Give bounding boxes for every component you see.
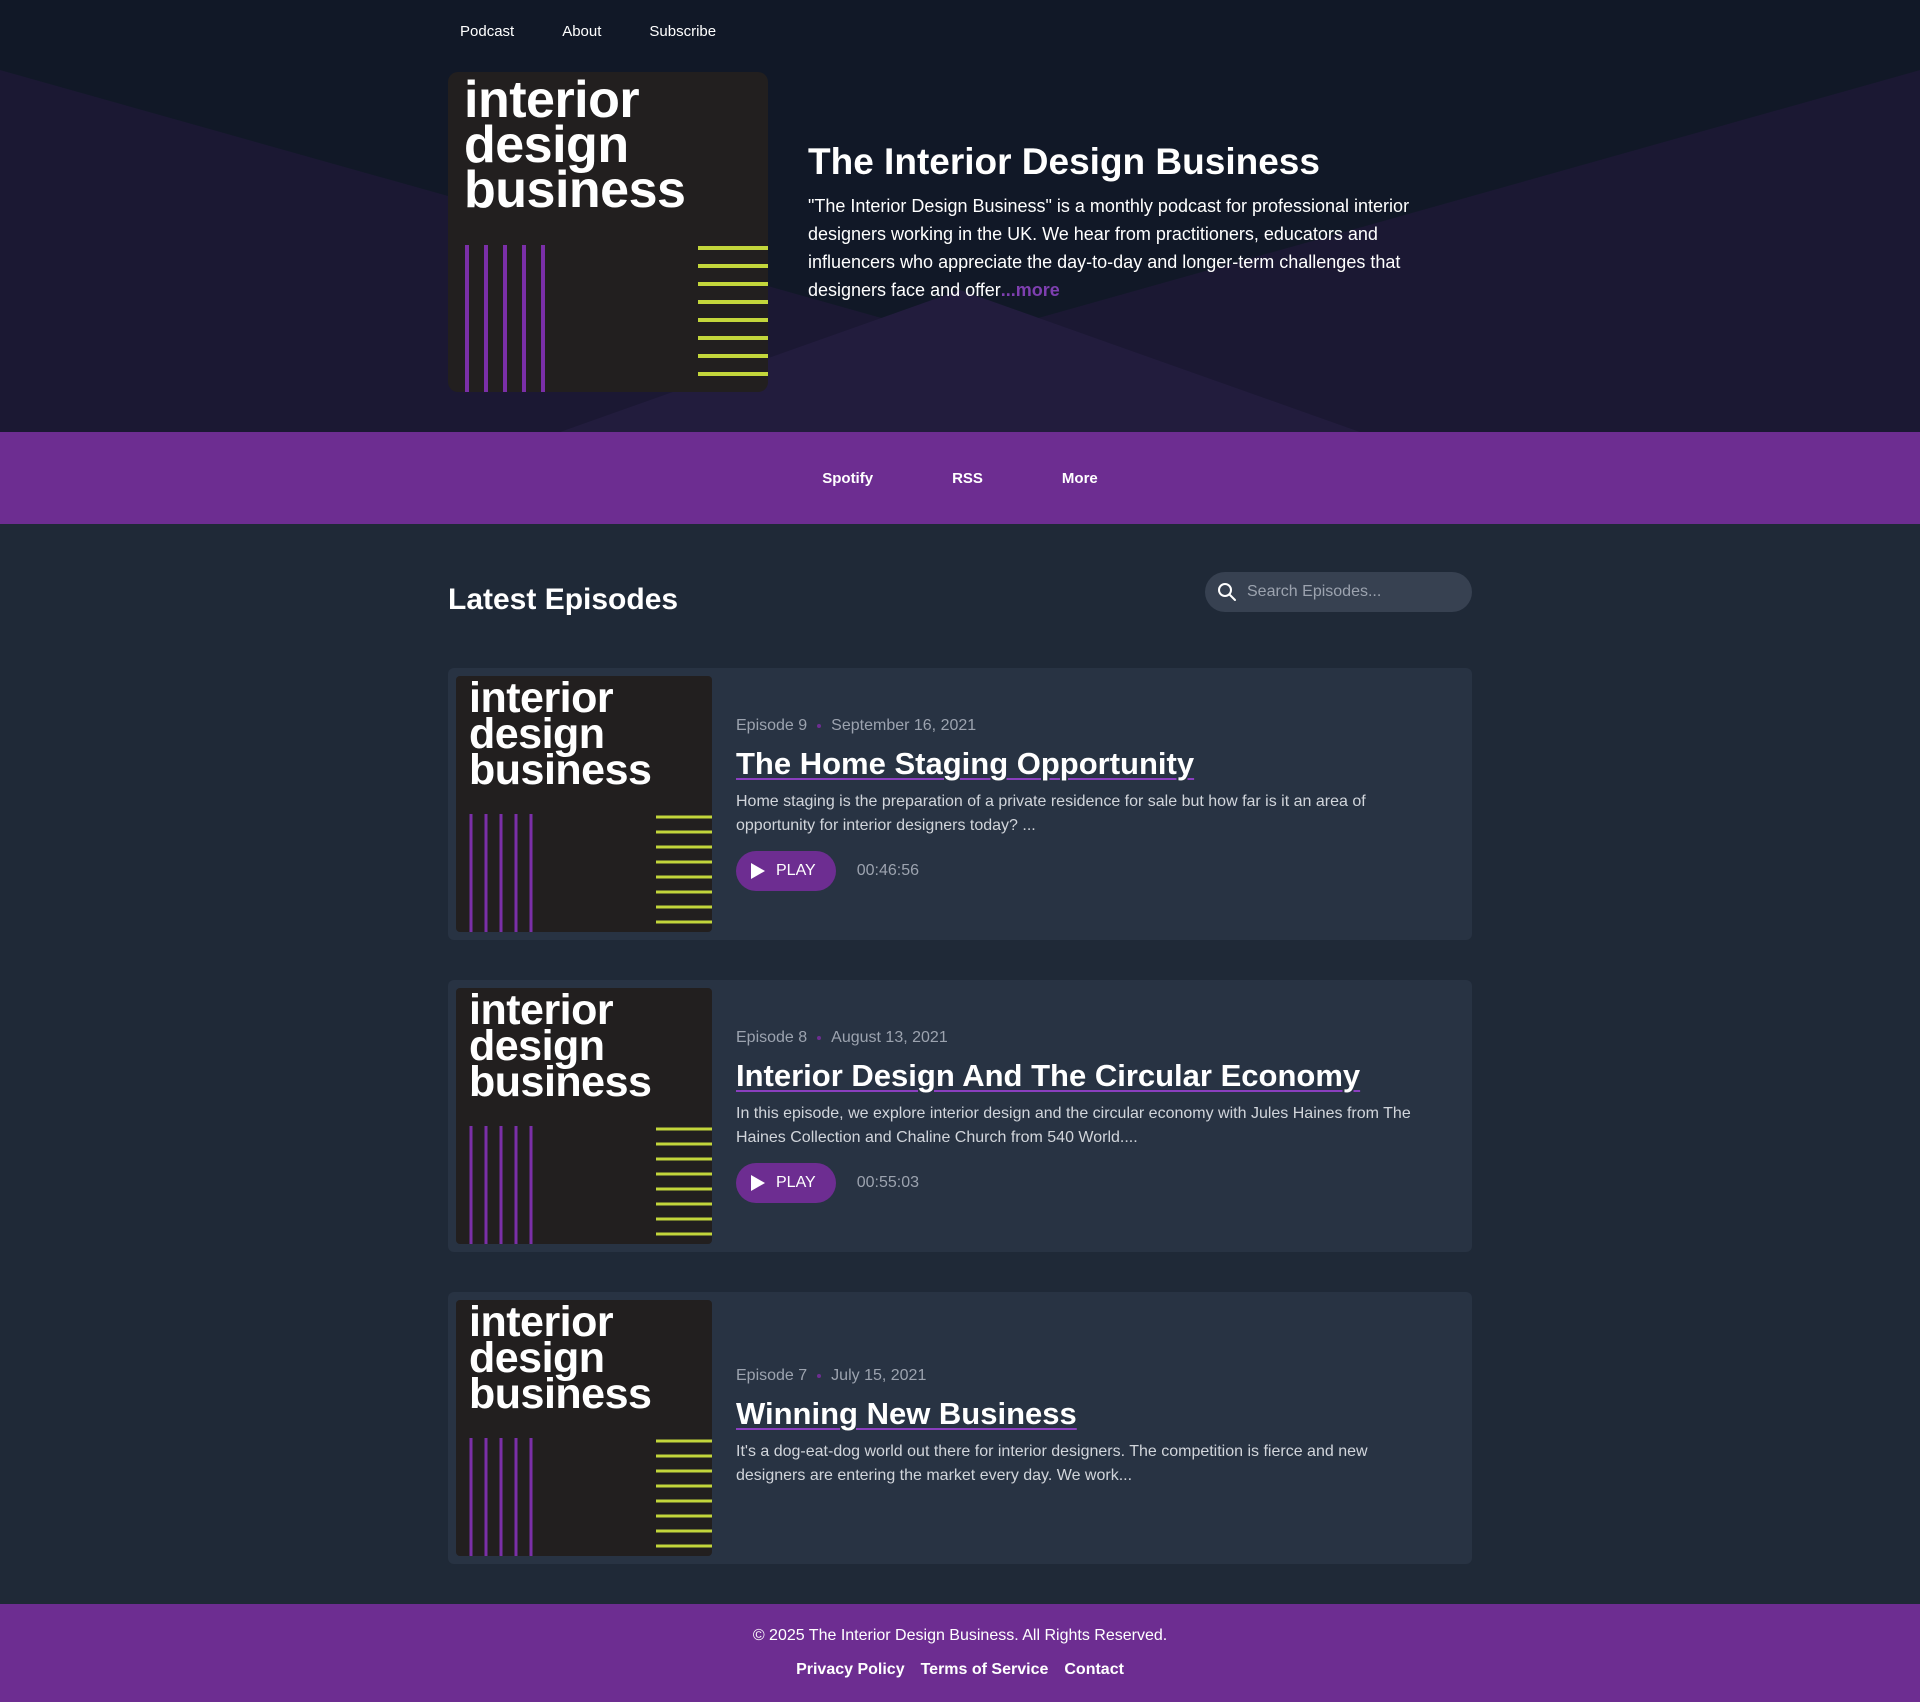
episode-title-link[interactable]: Interior Design And The Circular Economy xyxy=(736,1056,1360,1096)
episode-number: Episode 9 xyxy=(736,717,808,734)
cover-word: business xyxy=(469,1058,652,1106)
cover-word: business xyxy=(469,746,652,794)
episode-cover-art: interior design business xyxy=(456,1300,712,1556)
episode-duration: 00:46:56 xyxy=(856,862,920,879)
play-icon xyxy=(751,863,765,879)
episode-title-link[interactable]: Winning New Business xyxy=(736,1394,1077,1434)
privacy-policy-link[interactable]: Privacy Policy xyxy=(796,1658,905,1682)
search-icon xyxy=(1218,583,1236,601)
episode-description: In this episode, we explore interior des… xyxy=(736,1105,1411,1146)
episode-body: Episode 8 August 13, 2021 Interior Desig… xyxy=(736,1026,1436,1203)
podcast-cover-art: interior design business xyxy=(448,72,768,392)
cover-title: interior design business xyxy=(469,989,652,1106)
episode-description: It's a dog-eat-dog world out there for i… xyxy=(736,1443,1368,1484)
spotify-link[interactable]: Spotify xyxy=(822,462,873,495)
terms-of-service-link[interactable]: Terms of Service xyxy=(921,1658,1049,1682)
cover-word: business xyxy=(464,161,686,219)
episode-date: September 16, 2021 xyxy=(831,717,977,734)
hero-section: Podcast About Subscribe interior design … xyxy=(0,0,1920,432)
episode-meta: Episode 7 July 15, 2021 xyxy=(736,1364,1436,1388)
nav-subscribe-link[interactable]: Subscribe xyxy=(637,20,728,44)
nav-about-link[interactable]: About xyxy=(550,20,613,44)
podcast-title: The Interior Design Business xyxy=(808,141,1320,182)
footer-links: Privacy Policy Terms of Service Contact xyxy=(0,1658,1920,1682)
hero-text: The Interior Design Business "The Interi… xyxy=(808,138,1460,304)
copyright-text: © 2025 The Interior Design Business. All… xyxy=(752,1627,1168,1644)
podcast-description-text: "The Interior Design Business" is a mont… xyxy=(808,196,1410,300)
episode-date: August 13, 2021 xyxy=(831,1029,948,1046)
cover-title: interior design business xyxy=(469,1301,652,1418)
platform-links-bar: Spotify RSS More xyxy=(0,432,1920,524)
cover-title: interior design business xyxy=(464,74,686,219)
site-footer: © 2025 The Interior Design Business. All… xyxy=(0,1604,1920,1702)
play-button[interactable]: PLAY xyxy=(736,851,836,891)
episode-actions: PLAY 00:46:56 xyxy=(736,851,1436,891)
separator-dot xyxy=(817,1036,822,1040)
episode-card: interior design business Episode 7 July … xyxy=(448,1292,1472,1564)
play-icon xyxy=(751,1175,765,1191)
episode-card: interior design business Episode 9 Septe… xyxy=(448,668,1472,940)
latest-episodes-heading: Latest Episodes xyxy=(448,583,679,616)
episode-date: July 15, 2021 xyxy=(831,1367,927,1384)
podcast-description: "The Interior Design Business" is a mont… xyxy=(808,192,1460,304)
play-label: PLAY xyxy=(776,862,816,879)
play-label: PLAY xyxy=(776,1174,816,1191)
episode-number: Episode 8 xyxy=(736,1029,808,1046)
episode-number: Episode 7 xyxy=(736,1367,808,1384)
top-nav: Podcast About Subscribe xyxy=(448,20,728,44)
episode-cover-art: interior design business xyxy=(456,988,712,1244)
separator-dot xyxy=(817,724,822,728)
contact-link[interactable]: Contact xyxy=(1064,1658,1124,1682)
episode-meta: Episode 9 September 16, 2021 xyxy=(736,714,1436,738)
episode-body: Episode 7 July 15, 2021 Winning New Busi… xyxy=(736,1364,1436,1488)
episode-meta: Episode 8 August 13, 2021 xyxy=(736,1026,1436,1050)
episode-description: Home staging is the preparation of a pri… xyxy=(736,793,1366,834)
play-button[interactable]: PLAY xyxy=(736,1163,836,1203)
episode-search xyxy=(1205,572,1472,612)
rss-link[interactable]: RSS xyxy=(952,462,983,495)
nav-podcast-link[interactable]: Podcast xyxy=(448,20,526,44)
search-input[interactable] xyxy=(1247,583,1457,601)
episode-card: interior design business Episode 8 Augus… xyxy=(448,980,1472,1252)
episode-cover-art: interior design business xyxy=(456,676,712,932)
episode-actions: PLAY 00:55:03 xyxy=(736,1163,1436,1203)
episode-body: Episode 9 September 16, 2021 The Home St… xyxy=(736,714,1436,891)
episode-duration: 00:55:03 xyxy=(856,1174,920,1191)
separator-dot xyxy=(817,1374,822,1378)
more-link[interactable]: ...more xyxy=(1001,280,1060,300)
episode-title-link[interactable]: The Home Staging Opportunity xyxy=(736,744,1194,784)
cover-title: interior design business xyxy=(469,677,652,794)
more-platforms-link[interactable]: More xyxy=(1062,462,1098,495)
cover-word: business xyxy=(469,1370,652,1418)
